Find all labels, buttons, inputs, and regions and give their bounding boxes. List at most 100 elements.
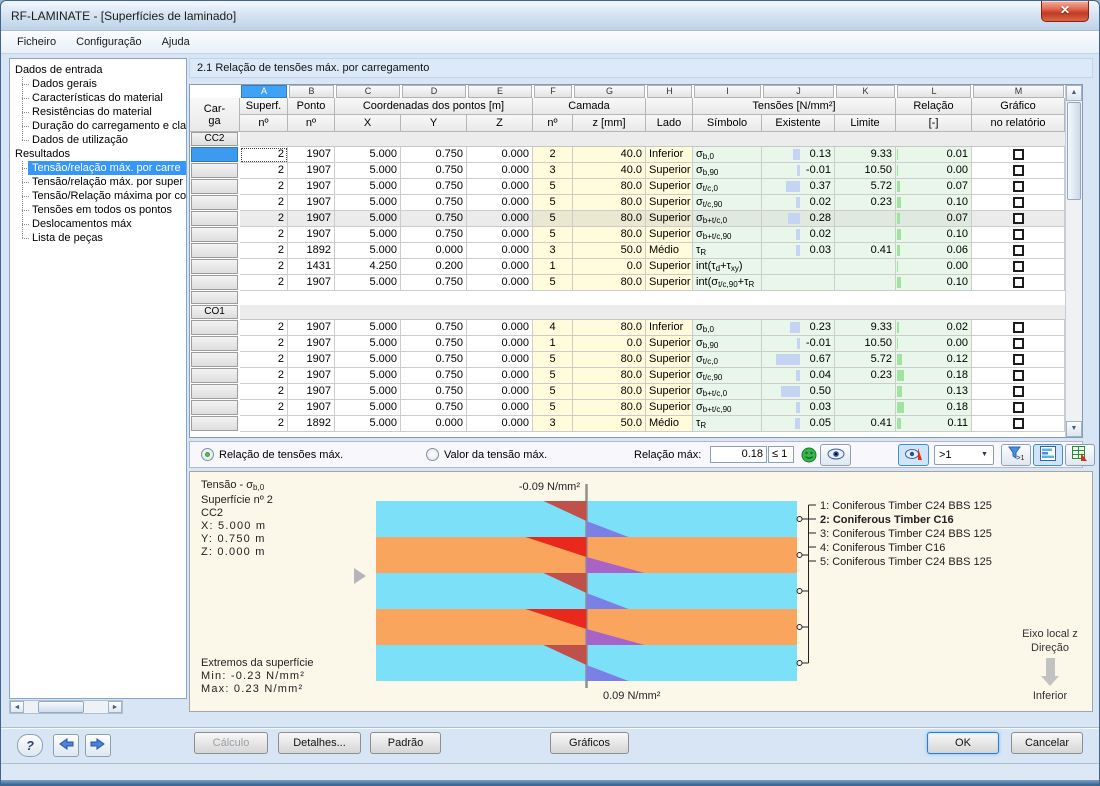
row-gutter[interactable]: [191, 416, 238, 431]
row-gutter[interactable]: [191, 163, 238, 178]
scroll-down-arrow-icon[interactable]: ▼: [1066, 421, 1082, 437]
column-letter[interactable]: A: [241, 85, 287, 98]
sidebar-item[interactable]: Tensão/Relação máxima por co: [22, 189, 186, 203]
row-gutter[interactable]: [191, 179, 238, 194]
row-gutter[interactable]: [191, 259, 238, 274]
column-letter[interactable]: C: [336, 85, 400, 98]
row-gutter[interactable]: [191, 352, 238, 367]
calculo-button[interactable]: Cálculo: [194, 732, 268, 754]
row-gutter[interactable]: [191, 336, 238, 351]
table-row[interactable]: 2 1907 5.000 0.750 0.000 5 80.0 Superior σb+t/c,…: [190, 384, 1065, 400]
report-graphic-checkbox[interactable]: [1012, 213, 1024, 224]
sidebar-item[interactable]: Dados de utilização: [22, 133, 186, 147]
column-letter[interactable]: D: [402, 85, 466, 98]
column-letter[interactable]: E: [468, 85, 532, 98]
report-graphic-checkbox[interactable]: [1012, 338, 1024, 349]
menu-item-ajuda[interactable]: Ajuda: [152, 33, 200, 51]
filter-greater-button[interactable]: >1: [1001, 444, 1031, 466]
row-gutter[interactable]: [191, 147, 238, 162]
filter-dropdown[interactable]: >1 ▼: [934, 445, 994, 465]
detalhes-button[interactable]: Detalhes...: [278, 732, 361, 754]
table-row[interactable]: 2 1907 5.000 0.750 0.000 1 0.0 Superior σb,90 -0.…: [190, 336, 1065, 352]
report-graphic-checkbox[interactable]: [1012, 277, 1024, 288]
report-graphic-checkbox[interactable]: [1012, 181, 1024, 192]
table-row[interactable]: 2 1892 5.000 0.000 0.000 3 50.0 Médio τR 0.05 0.41…: [190, 416, 1065, 432]
column-letter[interactable]: M: [973, 85, 1064, 98]
relacao-max-field[interactable]: 0.18: [710, 446, 767, 463]
column-letter[interactable]: I: [694, 85, 761, 98]
sidebar-item[interactable]: Deslocamentos máx: [22, 217, 186, 231]
sidebar-item[interactable]: Tensão/relação máx. por super: [22, 175, 186, 189]
show-results-button[interactable]: [820, 444, 851, 466]
sidebar-item[interactable]: Duração do carregamento e cla: [22, 119, 186, 133]
previous-table-button[interactable]: [53, 734, 79, 757]
table-row[interactable]: 2 1892 5.000 0.000 0.000 3 50.0 Médio τR 0.03 0.41…: [190, 243, 1065, 259]
table-row[interactable]: 2 1907 5.000 0.750 0.000 4 80.0 Inferior σb,0 0.2…: [190, 320, 1065, 336]
hscroll-thumb[interactable]: [38, 701, 84, 713]
report-graphic-checkbox[interactable]: [1012, 418, 1024, 429]
report-graphic-checkbox[interactable]: [1012, 402, 1024, 413]
row-gutter[interactable]: [191, 195, 238, 210]
column-letter[interactable]: K: [836, 85, 895, 98]
ok-button[interactable]: OK: [927, 732, 999, 754]
report-graphic-checkbox[interactable]: [1012, 386, 1024, 397]
table-row[interactable]: 2 1907 5.000 0.750 0.000 5 80.0 Superior σt/c,0 0…: [190, 179, 1065, 195]
sidebar-hscrollbar[interactable]: ◄ ►: [9, 700, 123, 714]
sidebar-item[interactable]: Tensão/relação máx. por carre: [22, 161, 186, 175]
group-band-label[interactable]: CC2: [191, 132, 238, 146]
scroll-left-arrow-icon[interactable]: ◄: [10, 701, 24, 713]
export-excel-button[interactable]: [1065, 444, 1095, 466]
sidebar-item[interactable]: Resistências do material: [22, 105, 186, 119]
row-gutter[interactable]: [191, 243, 238, 258]
sidebar-item[interactable]: Tensões em todos os pontos: [22, 203, 186, 217]
padrao-button[interactable]: Padrão: [370, 732, 441, 754]
next-table-button[interactable]: [85, 734, 111, 757]
result-diagram-button[interactable]: [1033, 444, 1063, 466]
row-gutter[interactable]: [191, 211, 238, 226]
column-letter[interactable]: J: [763, 85, 834, 98]
sidebar-item[interactable]: Dados gerais: [22, 77, 186, 91]
scroll-up-arrow-icon[interactable]: ▲: [1066, 85, 1082, 101]
graficos-button[interactable]: Gráficos: [550, 732, 629, 754]
table-row[interactable]: 2 1907 5.000 0.750 0.000 5 80.0 Superior σt/c,90…: [190, 368, 1065, 384]
row-gutter[interactable]: [191, 275, 238, 290]
column-letter[interactable]: L: [897, 85, 971, 98]
column-letter[interactable]: G: [574, 85, 645, 98]
group-band-label[interactable]: CO1: [191, 305, 238, 319]
report-graphic-checkbox[interactable]: [1012, 261, 1024, 272]
radio-valor-tensao[interactable]: [426, 448, 439, 461]
vscroll-thumb[interactable]: [1067, 102, 1081, 200]
help-button[interactable]: ?: [17, 734, 43, 757]
table-row[interactable]: 2 1907 5.000 0.750 0.000 5 80.0 Superior σb+t/c,…: [190, 400, 1065, 416]
report-graphic-checkbox[interactable]: [1012, 197, 1024, 208]
report-graphic-checkbox[interactable]: [1012, 229, 1024, 240]
row-gutter[interactable]: [191, 320, 238, 335]
scroll-right-arrow-icon[interactable]: ►: [108, 701, 122, 713]
column-letter[interactable]: B: [289, 85, 334, 98]
cancelar-button[interactable]: Cancelar: [1011, 732, 1083, 754]
table-row[interactable]: 2 1907 5.000 0.750 0.000 5 80.0 Superior σt/c,90…: [190, 195, 1065, 211]
column-letter[interactable]: H: [647, 85, 692, 98]
table-row[interactable]: 2 1907 5.000 0.750 0.000 5 80.0 Superior σb+t/c,…: [190, 227, 1065, 243]
menu-item-ficheiro[interactable]: Ficheiro: [7, 33, 66, 51]
table-row[interactable]: 2 1907 5.000 0.750 0.000 5 80.0 Superior int(σt/…: [190, 275, 1065, 291]
table-row[interactable]: 2 1907 5.000 0.750 0.000 5 80.0 Superior σb+t/c,…: [190, 211, 1065, 227]
close-button[interactable]: ✕: [1041, 1, 1089, 22]
report-graphic-checkbox[interactable]: [1012, 354, 1024, 365]
table-vscrollbar[interactable]: ▲ ▼: [1065, 85, 1082, 437]
report-graphic-checkbox[interactable]: [1012, 149, 1024, 160]
report-graphic-checkbox[interactable]: [1012, 165, 1024, 176]
row-gutter[interactable]: [191, 368, 238, 383]
table-row[interactable]: 2 1907 5.000 0.750 0.000 5 80.0 Superior σt/c,0 0…: [190, 352, 1065, 368]
row-gutter[interactable]: [191, 400, 238, 415]
row-gutter[interactable]: [191, 227, 238, 242]
report-graphic-checkbox[interactable]: [1012, 322, 1024, 333]
column-letter[interactable]: F: [534, 85, 572, 98]
radio-relacao-tensoes[interactable]: [201, 448, 214, 461]
sidebar-item[interactable]: Lista de peças: [22, 231, 186, 245]
row-gutter[interactable]: [191, 384, 238, 399]
color-scale-toggle-button[interactable]: [898, 444, 929, 466]
report-graphic-checkbox[interactable]: [1012, 370, 1024, 381]
table-row[interactable]: 2 1907 5.000 0.750 0.000 2 40.0 Inferior σb,0 0.1…: [190, 147, 1065, 163]
table-row[interactable]: 2 1907 5.000 0.750 0.000 3 40.0 Superior σb,90 -0…: [190, 163, 1065, 179]
